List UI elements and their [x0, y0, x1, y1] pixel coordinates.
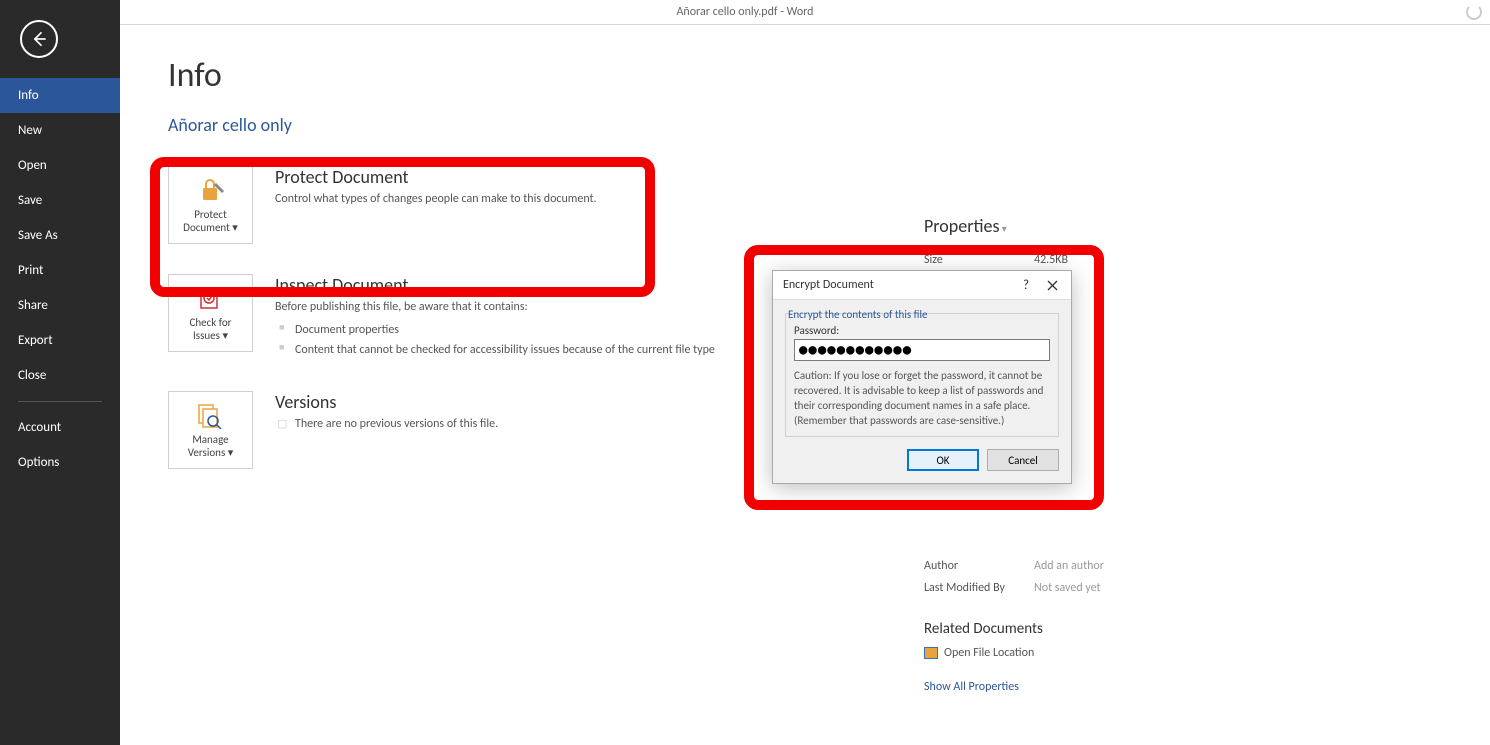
- sidebar-item-save-as[interactable]: Save As: [0, 218, 120, 253]
- password-input[interactable]: [794, 339, 1050, 361]
- back-arrow-icon: [29, 29, 49, 49]
- manage-versions-button-label: Manage Versions ▾: [175, 433, 246, 459]
- versions-desc: ▢There are no previous versions of this …: [275, 417, 498, 431]
- protect-document-desc: Control what types of changes people can…: [275, 192, 597, 206]
- dialog-legend: Encrypt the contents of this file: [785, 308, 930, 321]
- sidebar-item-share[interactable]: Share: [0, 288, 120, 323]
- encrypt-document-dialog: Encrypt Document ? Encrypt the contents …: [772, 270, 1072, 484]
- close-icon: [1047, 280, 1058, 291]
- cancel-button[interactable]: Cancel: [987, 449, 1059, 471]
- protect-document-heading: Protect Document: [275, 166, 597, 188]
- check-for-issues-button-label: Check for Issues ▾: [175, 316, 246, 342]
- dialog-body: Encrypt the contents of this file Passwo…: [773, 300, 1071, 483]
- sidebar-item-print[interactable]: Print: [0, 253, 120, 288]
- dialog-close-button[interactable]: [1039, 275, 1065, 295]
- loading-spinner-icon: [1466, 4, 1482, 20]
- protect-document-button-label: Protect Document ▾: [175, 208, 246, 234]
- property-row-author: Author Add an author: [924, 555, 1324, 578]
- check-for-issues-button[interactable]: Check for Issues ▾: [168, 274, 253, 352]
- sidebar-item-info[interactable]: Info: [0, 78, 120, 113]
- sidebar-item-new[interactable]: New: [0, 113, 120, 148]
- property-row-last-modified: Last Modified By Not saved yet: [924, 577, 1324, 600]
- inspect-item: Content that cannot be checked for acces…: [275, 340, 715, 360]
- inspect-icon: [195, 284, 227, 312]
- property-row-size: Size 42.5KB: [924, 249, 1324, 272]
- document-name: Añorar cello only: [168, 114, 1442, 136]
- add-author-field[interactable]: Add an author: [1034, 555, 1104, 578]
- password-label: Password:: [794, 324, 1050, 337]
- versions-heading: Versions: [275, 391, 498, 413]
- inspect-document-desc: Before publishing this file, be aware th…: [275, 300, 715, 314]
- inspect-document-heading: Inspect Document: [275, 274, 715, 296]
- back-button[interactable]: [20, 20, 58, 58]
- inspect-document-text: Inspect Document Before publishing this …: [275, 274, 715, 361]
- window-titlebar: Añorar cello only.pdf - Word: [0, 0, 1490, 25]
- sidebar-item-close[interactable]: Close: [0, 358, 120, 393]
- sidebar-item-options[interactable]: Options: [0, 445, 120, 480]
- sidebar-item-account[interactable]: Account: [0, 410, 120, 445]
- inspect-item: Document properties: [275, 320, 715, 340]
- show-all-properties-link[interactable]: Show All Properties: [924, 680, 1019, 694]
- backstage-sidebar: Info New Open Save Save As Print Share E…: [0, 0, 120, 745]
- sidebar-item-open[interactable]: Open: [0, 148, 120, 183]
- sidebar-divider: [18, 401, 102, 402]
- sidebar-item-export[interactable]: Export: [0, 323, 120, 358]
- related-documents-heading: Related Documents: [924, 620, 1324, 638]
- versions-icon: [195, 401, 227, 429]
- dialog-titlebar: Encrypt Document ?: [773, 271, 1071, 300]
- dialog-help-button[interactable]: ?: [1013, 275, 1039, 295]
- protect-document-text: Protect Document Control what types of c…: [275, 166, 597, 206]
- folder-icon: [924, 647, 938, 659]
- open-file-location-link[interactable]: Open File Location: [924, 646, 1324, 660]
- sidebar-item-save[interactable]: Save: [0, 183, 120, 218]
- dialog-title: Encrypt Document: [783, 278, 1013, 292]
- window-title: Añorar cello only.pdf - Word: [676, 5, 813, 19]
- page-title: Info: [168, 55, 1442, 96]
- manage-versions-button[interactable]: Manage Versions ▾: [168, 391, 253, 469]
- password-caution: Caution: If you lose or forget the passw…: [794, 369, 1050, 428]
- protect-document-button[interactable]: Protect Document ▾: [168, 166, 253, 244]
- lock-icon: [195, 176, 227, 204]
- ok-button[interactable]: OK: [907, 449, 979, 471]
- versions-text: Versions ▢There are no previous versions…: [275, 391, 498, 431]
- properties-heading[interactable]: Properties: [924, 215, 1324, 237]
